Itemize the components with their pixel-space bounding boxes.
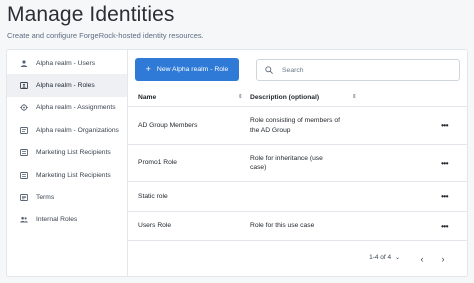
- row-menu-icon[interactable]: •••: [441, 182, 448, 211]
- search-box[interactable]: [256, 59, 460, 81]
- assignment-icon: [20, 104, 28, 112]
- sidebar-item-marketing-list-recipients[interactable]: Marketing List Recipients: [7, 164, 127, 186]
- sidebar-item-marketing-list-recipients[interactable]: Marketing List Recipients: [7, 142, 127, 164]
- sort-icon[interactable]: ⇕: [352, 94, 357, 100]
- organization-icon: [20, 126, 28, 134]
- identities-card: Alpha realm - Users Alpha realm - Roles …: [6, 49, 468, 277]
- table-row[interactable]: AD Group Members Role consisting of memb…: [128, 107, 467, 145]
- row-menu-icon[interactable]: •••: [441, 212, 448, 240]
- search-icon: [265, 66, 273, 74]
- column-header-description[interactable]: Description (optional): [250, 88, 319, 107]
- main-panel: + New Alpha realm - Role Name ⇕ Descript…: [128, 50, 467, 276]
- list-card-icon: [20, 171, 28, 179]
- sidebar-item-label: Alpha realm - Assignments: [36, 104, 116, 112]
- sidebar-item-label: Marketing List Recipients: [36, 171, 111, 179]
- role-description: Role for inheritance (use case): [250, 154, 323, 171]
- user-icon: [20, 60, 28, 67]
- role-description: Role consisting of members of the AD Gro…: [250, 117, 340, 134]
- sidebar-item-alpha-users[interactable]: Alpha realm - Users: [7, 52, 127, 74]
- plus-icon: +: [145, 64, 151, 74]
- chevron-down-icon: ⌄: [394, 255, 400, 261]
- new-alpha-role-button-label: New Alpha realm - Role: [156, 66, 229, 73]
- row-menu-icon[interactable]: •••: [441, 145, 448, 181]
- role-description: Role for this use case: [250, 222, 315, 230]
- page-range-label: 1-4 of 4: [369, 254, 392, 261]
- page-range-dropdown[interactable]: 1-4 of 4 ⌄: [369, 254, 400, 261]
- sidebar-item-terms[interactable]: Terms: [7, 186, 127, 208]
- id-badge-icon: [20, 82, 28, 90]
- next-page-button[interactable]: ›: [438, 252, 448, 266]
- role-description: [250, 182, 345, 211]
- sidebar-item-label: Internal Roles: [36, 216, 78, 224]
- table-header: Name ⇕ Description (optional) ⇕: [128, 88, 467, 107]
- sidebar-item-label: Alpha realm - Users: [36, 59, 96, 67]
- sort-icon[interactable]: ⇕: [238, 94, 243, 100]
- sidebar-item-alpha-assignments[interactable]: Alpha realm - Assignments: [7, 97, 127, 119]
- list-card-icon: [20, 149, 28, 157]
- prev-page-button[interactable]: ‹: [417, 252, 427, 266]
- table-row[interactable]: Promo1 Role Role for inheritance (use ca…: [128, 145, 467, 182]
- column-header-label: Name: [138, 94, 157, 101]
- column-header-label: Description (optional): [250, 94, 320, 101]
- sidebar-item-label: Marketing List Recipients: [36, 149, 111, 157]
- group-icon: [20, 216, 28, 223]
- new-alpha-role-button[interactable]: + New Alpha realm - Role: [135, 58, 239, 81]
- table-row[interactable]: Static role •••: [128, 182, 467, 212]
- row-menu-icon[interactable]: •••: [441, 107, 448, 144]
- pagination: 1-4 of 4 ⌄ ‹ ›: [128, 252, 467, 266]
- sidebar-item-alpha-organizations[interactable]: Alpha realm - Organizations: [7, 119, 127, 141]
- sidebar-item-internal-roles[interactable]: Internal Roles: [7, 209, 127, 231]
- document-icon: [20, 194, 28, 201]
- sidebar-item-label: Alpha realm - Organizations: [36, 126, 119, 134]
- page-subtitle: Create and configure ForgeRock-hosted id…: [7, 31, 204, 40]
- sidebar-item-label: Terms: [36, 194, 55, 202]
- search-input[interactable]: [282, 66, 452, 74]
- role-name: Static role: [138, 192, 168, 200]
- sidebar: Alpha realm - Users Alpha realm - Roles …: [7, 50, 128, 276]
- sidebar-item-label: Alpha realm - Roles: [36, 82, 95, 90]
- page-title: Manage Identities: [7, 3, 175, 26]
- column-header-name[interactable]: Name: [138, 88, 156, 107]
- role-name: Promo1 Role: [138, 159, 178, 167]
- role-name: Users Role: [138, 222, 172, 230]
- sidebar-item-alpha-roles[interactable]: Alpha realm - Roles: [7, 74, 127, 97]
- role-name: AD Group Members: [138, 121, 198, 129]
- table-row[interactable]: Users Role Role for this use case •••: [128, 212, 467, 241]
